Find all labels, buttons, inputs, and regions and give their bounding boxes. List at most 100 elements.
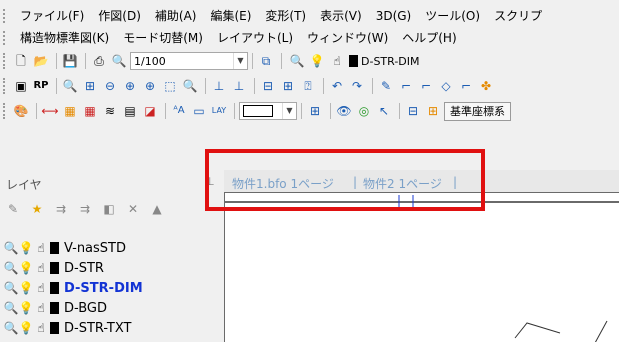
menu-edit[interactable]: 編集(E) <box>203 6 258 26</box>
bulb-icon[interactable]: 💡 <box>19 259 34 277</box>
window-layout-icon[interactable]: ⊟ <box>404 102 422 120</box>
layer-row-active[interactable]: 🔍 💡 ☝ D-STR-DIM <box>4 278 143 298</box>
layer-row[interactable]: 🔍 💡 ☝ V-nasSTD <box>4 238 143 258</box>
text-icon[interactable]: ᴬA <box>170 102 188 120</box>
menu-help[interactable]: ヘルプ(H) <box>395 28 463 48</box>
menu-transform[interactable]: 変形(T) <box>258 6 313 26</box>
snap-midpoint-icon[interactable]: ⌐ <box>417 77 435 95</box>
bulb-icon[interactable]: 💡 <box>19 279 34 297</box>
snap-icon[interactable]: ⊟ <box>259 77 277 95</box>
delete-icon[interactable]: ✕ <box>124 200 142 218</box>
bulb-icon[interactable]: 💡 <box>19 319 34 337</box>
grid-icon[interactable]: ▦ <box>81 102 99 120</box>
open-folder-icon[interactable]: 📂 <box>32 52 50 70</box>
new-file-icon[interactable]: 🗋 <box>12 52 30 70</box>
menu-view[interactable]: 表示(V) <box>313 6 369 26</box>
layer-row[interactable]: 🔍 💡 ☝ D-STR-TXT <box>4 318 143 338</box>
layer-search-icon[interactable]: 🔍 <box>4 259 19 277</box>
layer-insert-icon[interactable]: ⇉ <box>76 200 94 218</box>
zoom-area-icon[interactable]: ⬚ <box>161 77 179 95</box>
menu-file[interactable]: ファイル(F) <box>13 6 91 26</box>
toolbar-grip[interactable] <box>3 53 8 69</box>
snap-mark-icon[interactable]: ✤ <box>477 77 495 95</box>
window-add-icon[interactable]: ⊞ <box>424 102 442 120</box>
menu-3d[interactable]: 3D(G) <box>369 6 419 26</box>
toolbar-grip[interactable] <box>3 103 8 119</box>
scale-select[interactable]: 1/100 ▼ <box>130 52 248 70</box>
hand-icon[interactable]: ☝ <box>34 299 48 317</box>
layer-color-swatch[interactable] <box>50 262 59 274</box>
hatch-icon[interactable]: ▦ <box>61 102 79 120</box>
layer-color-swatch[interactable] <box>50 282 59 294</box>
current-layer-indicator[interactable]: 🔍 💡 ☝ D-STR-DIM <box>288 52 420 70</box>
zoom-previous-icon[interactable]: 🔍 <box>181 77 199 95</box>
print-icon[interactable]: ⎙ <box>90 52 108 70</box>
layer-color-swatch[interactable] <box>50 322 59 334</box>
selection-icon[interactable]: ◪ <box>141 102 159 120</box>
layer-search-icon[interactable]: 🔍 <box>4 299 19 317</box>
snap-polygon-icon[interactable]: ◇ <box>437 77 455 95</box>
chevron-down-icon[interactable]: ▼ <box>233 53 247 69</box>
zoom-out-icon[interactable]: ⊖ <box>101 77 119 95</box>
hand-icon[interactable]: ☝ <box>34 239 48 257</box>
line-style-select[interactable]: ▼ <box>239 102 297 120</box>
layout-icon[interactable]: LAY <box>210 102 228 120</box>
zoom-window-icon[interactable]: 🔍 <box>61 77 79 95</box>
zoom-in-icon[interactable]: ⊕ <box>121 77 139 95</box>
print-preview-icon[interactable]: 🔍 <box>110 52 128 70</box>
snap-endpoint-icon[interactable]: ⌐ <box>397 77 415 95</box>
layer-color-swatch[interactable] <box>50 302 59 314</box>
save-icon[interactable]: 💾 <box>61 52 79 70</box>
color-palette-icon[interactable]: 🎨 <box>12 102 30 120</box>
layer-color-swatch[interactable] <box>50 242 59 254</box>
style-icon[interactable]: ≋ <box>101 102 119 120</box>
move-up-icon[interactable]: ▲ <box>148 200 166 218</box>
menu-window[interactable]: ウィンドウ(W) <box>300 28 395 48</box>
table-icon[interactable]: ▤ <box>121 102 139 120</box>
menu-assist[interactable]: 補助(A) <box>148 6 204 26</box>
layer-row[interactable]: 🔍 💡 ☝ D-STR <box>4 258 143 278</box>
bulb-icon[interactable]: 💡 <box>19 239 34 257</box>
layer-search-icon[interactable]: 🔍 <box>4 319 19 337</box>
pencil-icon[interactable]: ✎ <box>4 200 22 218</box>
menu-grip[interactable] <box>3 9 9 23</box>
layer-row[interactable]: 🔍 💡 ☝ D-BGD <box>4 298 143 318</box>
layer-search-icon[interactable]: 🔍 <box>4 239 19 257</box>
cursor-icon[interactable]: ↖ <box>375 102 393 120</box>
snap-perpendicular-icon[interactable]: ⌐ <box>457 77 475 95</box>
menu-structure-standard[interactable]: 構造物標準図(K) <box>13 28 116 48</box>
star-icon[interactable]: ★ <box>28 200 46 218</box>
pen-icon[interactable]: ✎ <box>377 77 395 95</box>
set-icon[interactable]: ⊞ <box>306 102 324 120</box>
dimension-icon[interactable]: ⊥ <box>210 77 228 95</box>
zoom-extents-icon[interactable]: ⊞ <box>81 77 99 95</box>
menu-draw[interactable]: 作図(D) <box>91 6 148 26</box>
chevron-down-icon[interactable]: ▼ <box>282 103 296 119</box>
menu-layout[interactable]: レイアウト(L) <box>210 28 300 48</box>
help-icon[interactable]: ⍰ <box>299 77 317 95</box>
measure-icon[interactable]: ⟷ <box>41 102 59 120</box>
hand-icon[interactable]: ☝ <box>34 259 48 277</box>
menu-mode-switch[interactable]: モード切替(M) <box>116 28 210 48</box>
frame-icon[interactable]: ▭ <box>190 102 208 120</box>
layer-search-icon[interactable]: 🔍 <box>4 279 19 297</box>
base-coordinate-button[interactable]: 基準座標系 <box>444 101 511 121</box>
toolbar-grip[interactable] <box>3 78 8 94</box>
rp-icon[interactable]: RP <box>32 77 50 95</box>
menu-script[interactable]: スクリプ <box>487 6 549 26</box>
redo-icon[interactable]: ↷ <box>348 77 366 95</box>
target-icon[interactable]: ◎ <box>355 102 373 120</box>
frame-icon[interactable]: ▣ <box>12 77 30 95</box>
snap-add-icon[interactable]: ⊞ <box>279 77 297 95</box>
layer-add-icon[interactable]: ⇉ <box>52 200 70 218</box>
eye-icon[interactable]: 👁 <box>335 102 353 120</box>
bulb-icon[interactable]: 💡 <box>19 299 34 317</box>
hand-icon[interactable]: ☝ <box>34 319 48 337</box>
drawing-canvas[interactable] <box>224 192 619 342</box>
layer-edit-icon[interactable]: ◧ <box>100 200 118 218</box>
dimension-chain-icon[interactable]: ⊥ <box>230 77 248 95</box>
menu-grip[interactable] <box>3 31 9 45</box>
layer-settings-icon[interactable]: ⧉ <box>257 52 275 70</box>
undo-icon[interactable]: ↶ <box>328 77 346 95</box>
hand-icon[interactable]: ☝ <box>34 279 48 297</box>
